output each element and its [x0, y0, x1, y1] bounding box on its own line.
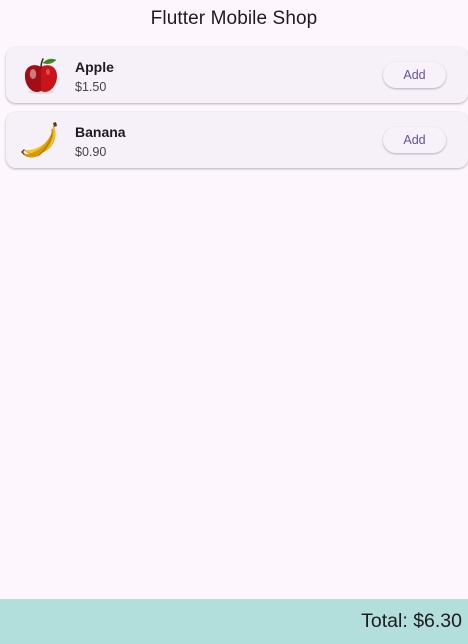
- apple-icon: [20, 55, 62, 95]
- product-price: $0.90: [75, 145, 107, 159]
- add-banana-button[interactable]: Add: [383, 127, 446, 153]
- app-title: Flutter Mobile Shop: [150, 8, 318, 29]
- total-bar: Total: $6.30: [0, 599, 468, 644]
- product-price: $1.50: [75, 80, 107, 94]
- add-apple-button[interactable]: Add: [383, 62, 446, 88]
- app-bar: Flutter Mobile Shop: [0, 0, 468, 38]
- total-label: Total: $6.30: [361, 610, 462, 632]
- product-card-apple: Apple $1.50 Add: [6, 47, 468, 103]
- product-name: Banana: [75, 124, 126, 140]
- product-list: Apple $1.50 Add Banana $0.90 Add: [6, 47, 468, 177]
- banana-icon: [20, 120, 62, 160]
- product-name: Apple: [75, 59, 114, 75]
- product-card-banana: Banana $0.90 Add: [6, 112, 468, 168]
